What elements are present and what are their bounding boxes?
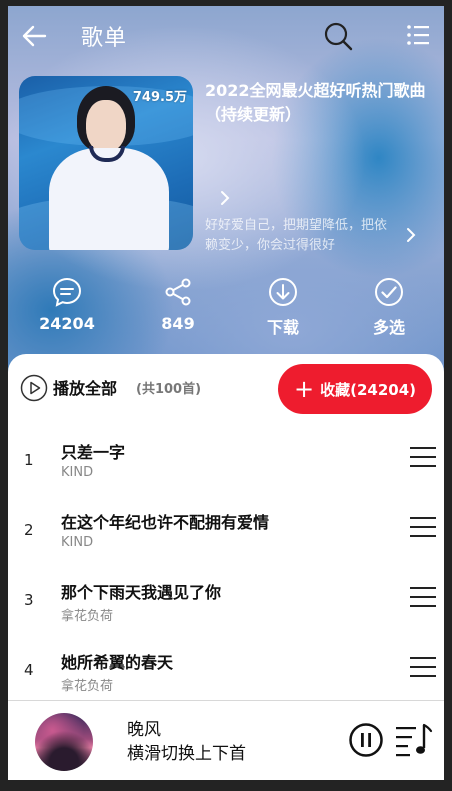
song-name: 她所希翼的春天 [61,653,174,672]
action-row: 24204 849 下载 多选 [8,276,444,346]
check-circle-icon [375,278,403,306]
song-index: 2 [24,521,34,539]
song-row[interactable]: 3 那个下雨天我遇见了你 拿花负荷 [8,569,444,639]
download-label: 下载 [266,318,299,337]
comment-icon [52,277,82,307]
play-count: 749.5万 [132,90,187,105]
now-playing-title: 晚风 [127,720,161,740]
mini-player[interactable]: 晚风 横滑切换上下首 [8,700,444,780]
song-index: 3 [24,591,34,609]
song-artist: 拿花负荷 [61,609,114,624]
comment-count: 24204 [39,314,95,333]
playlist-description[interactable]: 好好爱自己，把期望降低，把依赖变少，你会过得很好 [205,216,395,256]
share-icon [165,278,191,306]
top-bar: 歌单 [8,6,444,66]
song-name: 在这个年纪也许不配拥有爱情 [61,513,270,532]
more-options-icon[interactable] [410,515,436,539]
play-all-icon[interactable] [20,374,48,402]
song-index: 1 [24,451,34,469]
plus-icon: + [293,375,315,403]
chevron-right-icon[interactable] [218,189,232,207]
song-artist: 拿花负荷 [61,679,114,694]
more-options-icon[interactable] [410,445,436,469]
album-art[interactable] [35,713,93,771]
pause-icon[interactable] [349,723,383,757]
back-arrow-icon[interactable] [20,22,48,50]
more-options-icon[interactable] [410,585,436,609]
multi-select-label: 多选 [372,318,405,337]
song-row[interactable]: 4 她所希翼的春天 拿花负荷 [8,639,444,709]
chevron-right-icon[interactable] [404,226,418,244]
song-artist: KIND [61,465,94,480]
play-all-button[interactable]: 播放全部 [53,375,117,399]
more-options-icon[interactable] [410,655,436,679]
page-title: 歌单 [81,26,128,51]
share-count: 849 [161,314,195,333]
share-button[interactable]: 849 [138,276,218,333]
list-menu-icon[interactable] [406,23,430,47]
download-button[interactable]: 下载 [243,276,323,338]
collect-label: 收藏(24204) [320,380,416,399]
collect-button[interactable]: + 收藏(24204) [278,364,432,414]
playlist-cover[interactable]: 749.5万 [19,76,193,250]
playlist-queue-icon[interactable] [395,721,433,759]
song-row[interactable]: 2 在这个年纪也许不配拥有爱情 KIND [8,499,444,569]
song-name: 只差一字 [61,443,126,462]
song-artist: KIND [61,535,94,550]
song-index: 4 [24,661,34,679]
download-icon [269,278,297,306]
playlist-title[interactable]: 2022全网最火超好听热门歌曲（持续更新） [205,79,441,127]
song-list-panel: 播放全部 (共100首) + 收藏(24204) 1 只差一字 KIND 2 在… [8,354,444,704]
song-count: (共100首) [136,382,202,397]
playlist-screen: 歌单 749.5万 2022全网最火超好听热门歌曲（持续更新） 好好爱自己，把期… [8,6,444,780]
song-name: 那个下雨天我遇见了你 [61,583,222,602]
search-icon[interactable] [323,21,353,51]
multi-select-button[interactable]: 多选 [349,276,429,338]
song-row[interactable]: 1 只差一字 KIND [8,429,444,499]
swipe-hint: 横滑切换上下首 [127,744,246,764]
comment-button[interactable]: 24204 [27,276,107,333]
song-list: 1 只差一字 KIND 2 在这个年纪也许不配拥有爱情 KIND 3 那个下雨天… [8,429,444,709]
